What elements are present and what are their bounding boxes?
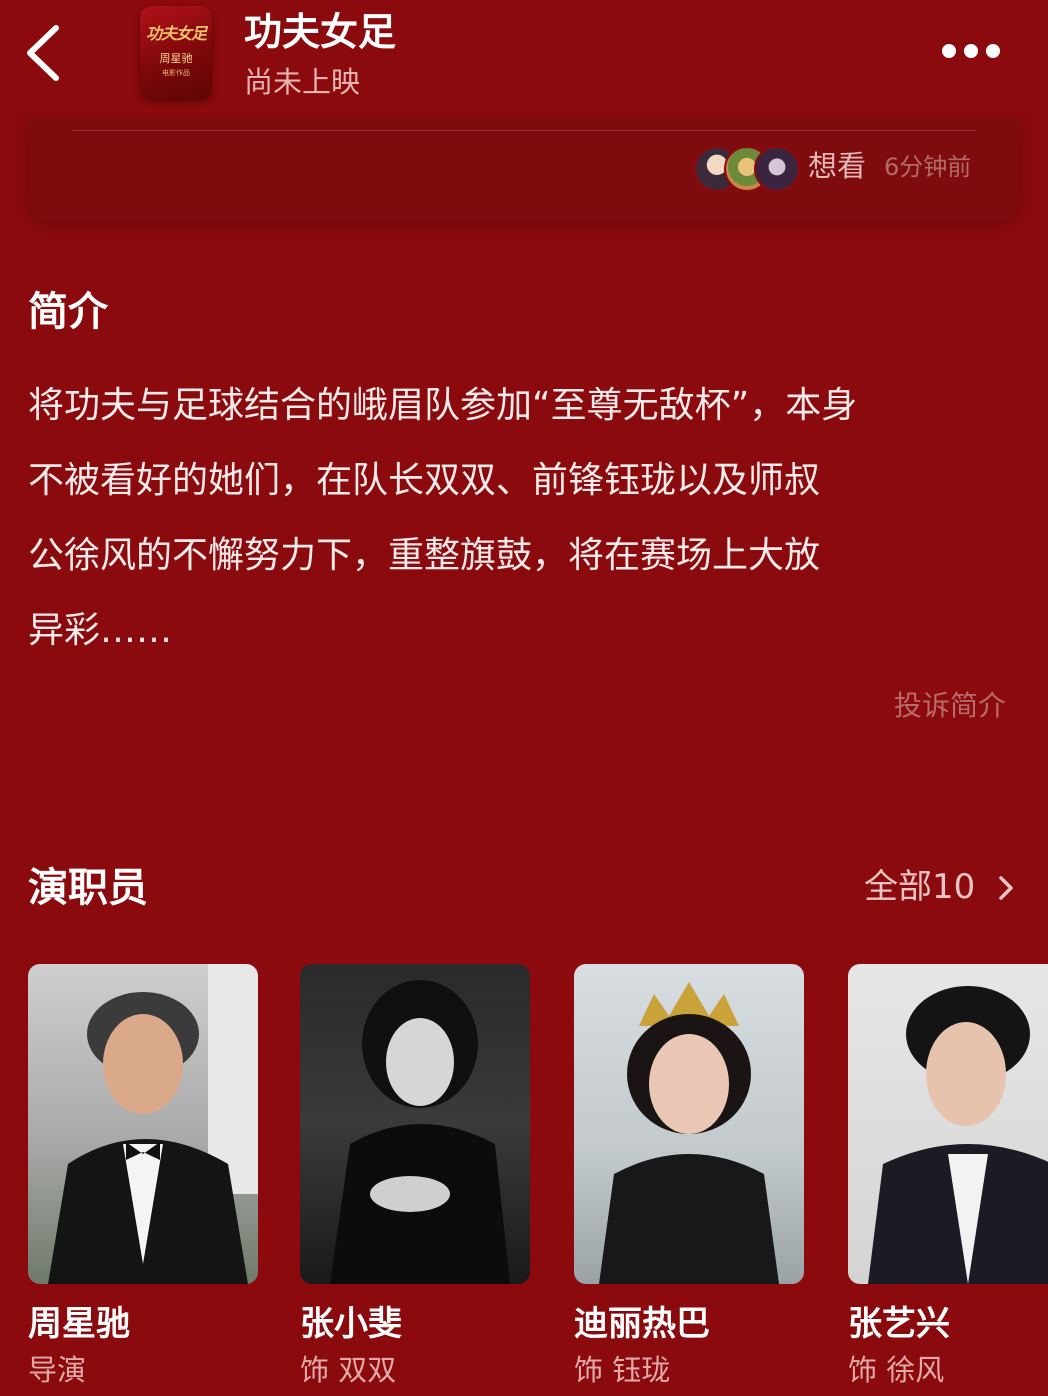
intro-line: 异彩…… bbox=[28, 610, 173, 651]
cast-name: 张艺兴 bbox=[848, 1304, 950, 1344]
card-divider bbox=[72, 130, 976, 131]
cast-section-title: 演职员 bbox=[28, 865, 148, 911]
want-to-see-time: 6分钟前 bbox=[884, 153, 972, 181]
cast-name: 迪丽热巴 bbox=[574, 1304, 710, 1344]
view-all-cast-label: 全部10 bbox=[864, 867, 976, 907]
poster-director-text: 周星驰 bbox=[159, 52, 193, 65]
intro-line: 公徐风的不懈努力下，重整旗鼓，将在赛场上大放 bbox=[28, 535, 821, 576]
cast-photo bbox=[28, 964, 258, 1284]
cast-card[interactable]: 迪丽热巴 饰 钰珑 bbox=[574, 964, 804, 1387]
movie-release-status: 尚未上映 bbox=[244, 65, 361, 99]
movie-title: 功夫女足 bbox=[244, 10, 397, 54]
intro-line: 将功夫与足球结合的峨眉队参加“至尊无敌杯”，本身 bbox=[28, 385, 858, 426]
want-to-see-avatars[interactable] bbox=[694, 146, 800, 192]
avatar bbox=[754, 146, 800, 192]
intro-body-text: 将功夫与足球结合的峨眉队参加“至尊无敌杯”，本身 不被看好的她们，在队长双双、前… bbox=[28, 368, 1022, 668]
movie-poster-thumbnail[interactable]: 功夫女足 周星驰 电影作品 bbox=[140, 6, 212, 100]
poster-title-text: 功夫女足 bbox=[145, 24, 207, 43]
more-options-button[interactable] bbox=[936, 34, 1006, 70]
cast-card[interactable]: 张艺兴 饰 徐风 bbox=[848, 964, 1048, 1387]
cast-photo bbox=[848, 964, 1048, 1284]
person-portrait-icon bbox=[330, 980, 510, 1284]
cast-role: 饰 徐风 bbox=[848, 1353, 945, 1387]
want-to-see-label: 想看 bbox=[808, 149, 867, 183]
person-portrait-icon bbox=[868, 986, 1048, 1284]
back-button[interactable] bbox=[22, 22, 72, 84]
cast-card[interactable]: 周星驰 导演 bbox=[28, 964, 258, 1387]
cast-name: 张小斐 bbox=[300, 1304, 402, 1344]
view-all-cast-link[interactable]: 全部10 bbox=[864, 864, 1024, 910]
more-dot-icon bbox=[942, 44, 956, 58]
chevron-left-icon bbox=[27, 25, 59, 81]
cast-role: 饰 双双 bbox=[300, 1353, 397, 1387]
person-portrait-icon bbox=[599, 982, 779, 1284]
cast-name: 周星驰 bbox=[28, 1304, 130, 1344]
want-to-see-card bbox=[28, 118, 1020, 220]
intro-section-title: 简介 bbox=[28, 289, 108, 335]
cast-photo bbox=[300, 964, 530, 1284]
cast-photo bbox=[574, 964, 804, 1284]
intro-line: 不被看好的她们，在队长双双、前锋钰珑以及师叔 bbox=[28, 460, 821, 501]
complain-intro-link[interactable]: 投诉简介 bbox=[894, 686, 1006, 726]
poster-subtitle-text: 电影作品 bbox=[162, 69, 190, 77]
chevron-right-icon bbox=[999, 876, 1013, 900]
person-portrait-icon bbox=[48, 964, 258, 1284]
more-dot-icon bbox=[964, 44, 978, 58]
cast-role: 导演 bbox=[28, 1353, 87, 1387]
cast-card[interactable]: 张小斐 饰 双双 bbox=[300, 964, 530, 1387]
more-dot-icon bbox=[986, 44, 1000, 58]
cast-role: 饰 钰珑 bbox=[574, 1353, 671, 1387]
